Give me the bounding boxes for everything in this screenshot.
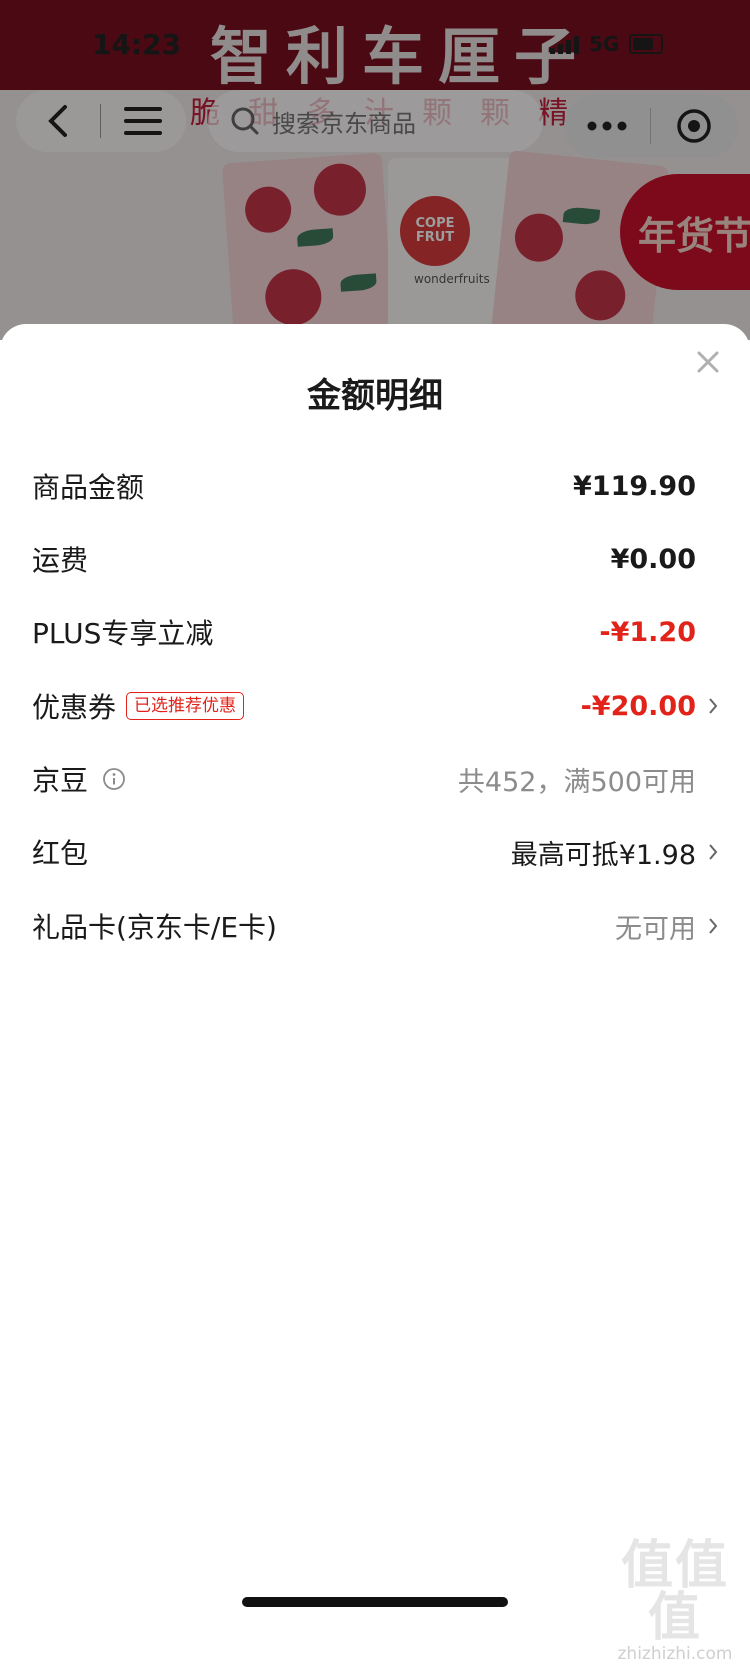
- row-coupon[interactable]: 优惠券 已选推荐优惠 -¥20.00: [32, 668, 718, 744]
- row-label: 京豆: [32, 764, 89, 797]
- row-shipping: 运费 ¥0.00: [32, 521, 718, 597]
- row-label: PLUS专享立减: [32, 617, 214, 650]
- row-value: 无可用: [615, 913, 696, 945]
- watermark: 值值值 zhizhizhi.com: [602, 1540, 748, 1664]
- chevron-right-icon: [696, 697, 718, 715]
- modal-overlay[interactable]: [0, 0, 750, 340]
- sheet-title: 金额明细: [307, 376, 443, 416]
- amount-detail-sheet: 金额明细 商品金额 ¥119.90 运费 ¥0.00 PLUS专享立减 -¥1.…: [0, 324, 750, 1624]
- row-label: 商品金额: [32, 471, 145, 504]
- background-page: 智利车厘子 脆甜多汁颗颗精选 14:23 5G 搜索京东商品: [0, 0, 750, 340]
- chevron-right-icon: [696, 843, 718, 861]
- row-jd-beans: 京豆 共452，满500可用: [32, 741, 718, 817]
- home-indicator[interactable]: [242, 1597, 508, 1607]
- chevron-right-icon: [696, 917, 718, 935]
- row-gift-card[interactable]: 礼品卡(京东卡/E卡) 无可用: [32, 888, 718, 964]
- row-goods-amount: 商品金额 ¥119.90: [32, 448, 718, 524]
- row-label-wrap: 优惠券 已选推荐优惠: [32, 686, 245, 726]
- row-value: -¥20.00: [580, 690, 696, 722]
- row-value: ¥119.90: [573, 470, 696, 502]
- row-value: 最高可抵¥1.98: [510, 839, 696, 871]
- row-value: -¥1.20: [599, 616, 696, 648]
- row-label-wrap: 京豆: [32, 759, 126, 799]
- row-label: 红包: [32, 837, 89, 870]
- row-label: 优惠券: [32, 691, 117, 724]
- watermark-url: zhizhizhi.com: [617, 1644, 733, 1664]
- row-label: 运费: [32, 544, 89, 577]
- recommended-tag: 已选推荐优惠: [126, 692, 245, 720]
- row-value: ¥0.00: [610, 543, 696, 575]
- row-plus-discount: PLUS专享立减 -¥1.20: [32, 594, 718, 670]
- row-red-packet[interactable]: 红包 最高可抵¥1.98: [32, 814, 718, 890]
- watermark-logo: 值值值: [620, 1535, 729, 1648]
- row-label: 礼品卡(京东卡/E卡): [32, 911, 277, 944]
- info-icon[interactable]: [102, 767, 126, 791]
- row-value: 共452，满500可用: [457, 766, 696, 798]
